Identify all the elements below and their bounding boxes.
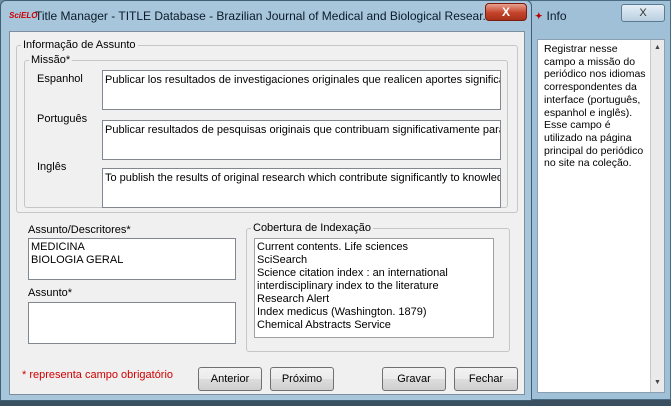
descriptors-list[interactable]: MEDICINA BIOLOGIA GERAL (28, 238, 236, 280)
subject-field[interactable] (28, 302, 236, 344)
scielo-logo-icon: SciELO (9, 11, 38, 20)
next-button[interactable]: Próximo (270, 367, 334, 391)
list-item[interactable]: Chemical Abstracts Service (257, 319, 491, 332)
mission-portuguese-field[interactable]: Publicar resultados de pesquisas origina… (102, 120, 501, 160)
english-label: Inglês (37, 161, 67, 173)
info-help-text: Registrar nesse campo a missão do periód… (544, 43, 646, 170)
mission-english-field[interactable]: To publish the results of original resea… (102, 168, 501, 208)
indexing-coverage-legend: Cobertura de Indexação (253, 222, 372, 234)
required-field-note: * representa campo obrigatório (22, 369, 174, 381)
list-item[interactable]: MEDICINA (31, 241, 233, 254)
window-close-button[interactable]: X (485, 3, 527, 21)
subject-label: Assunto* (28, 287, 73, 299)
info-window: ✦ Info X Registrar nesse campo a missão … (528, 0, 671, 400)
list-item[interactable]: Index medicus (Washington. 1879) (257, 306, 491, 319)
info-title-text: Info (546, 9, 567, 23)
list-item[interactable]: SciSearch (257, 254, 491, 267)
save-button[interactable]: Gravar (382, 367, 446, 391)
mission-spanish-field[interactable]: Publicar los resultados de investigacion… (102, 70, 501, 110)
descriptors-label: Assunto/Descritores* (28, 224, 131, 236)
scielo-logo-icon: ✦ (535, 10, 543, 21)
scroll-down-icon[interactable]: ▼ (654, 377, 661, 390)
spanish-label: Espanhol (37, 73, 83, 85)
close-icon: X (639, 7, 647, 19)
list-item[interactable]: Science citation index : an internationa… (257, 267, 491, 293)
subject-info-legend: Informação de Assunto (23, 39, 136, 51)
form-area: Informação de Assunto Missão* Espanhol P… (9, 31, 525, 395)
previous-button[interactable]: Anterior (198, 367, 262, 391)
scroll-up-icon[interactable]: ▲ (654, 42, 661, 55)
mission-legend: Missão* (31, 54, 71, 66)
title-bar[interactable]: SciELO Title Manager - TITLE Database - … (1, 1, 531, 31)
info-scrollbar[interactable]: ▲ ▼ (650, 40, 664, 392)
indexing-coverage-list[interactable]: Current contents. Life sciences SciSearc… (254, 238, 494, 338)
list-item[interactable]: Research Alert (257, 293, 491, 306)
close-icon: X (501, 5, 510, 19)
info-window-title: ✦ Info (535, 9, 567, 23)
info-text-panel[interactable]: Registrar nesse campo a missão do periód… (537, 39, 665, 393)
portuguese-label: Português (37, 113, 88, 125)
title-manager-window: SciELO Title Manager - TITLE Database - … (0, 0, 532, 401)
list-item[interactable]: BIOLOGIA GERAL (31, 254, 233, 267)
close-button[interactable]: Fechar (454, 367, 518, 391)
info-close-button[interactable]: X (621, 4, 665, 22)
list-item[interactable]: Current contents. Life sciences (257, 241, 491, 254)
window-title: Title Manager - TITLE Database - Brazili… (35, 9, 493, 23)
